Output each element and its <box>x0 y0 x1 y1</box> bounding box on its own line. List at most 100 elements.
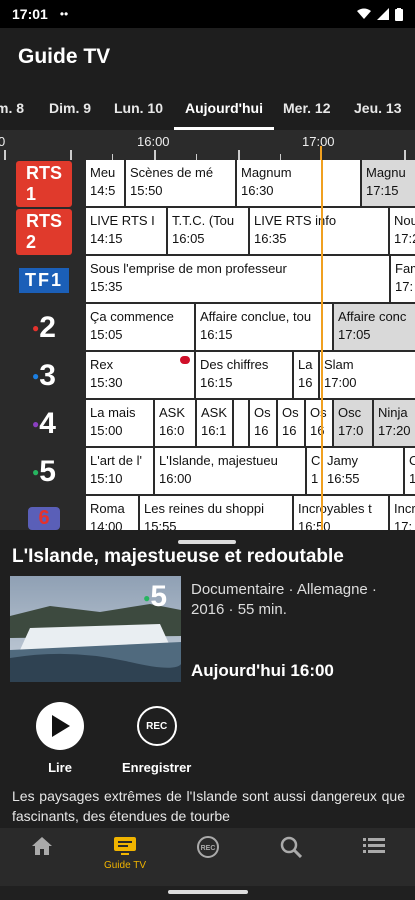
tab-day-12[interactable]: Mer. 12 <box>283 100 330 116</box>
program-cell[interactable]: C1 <box>307 448 321 494</box>
guide-row-france4: La mais 15:00 ASK 16:0 ASK 16:1 Os 16 Os 16 O… <box>86 400 415 448</box>
time-tick <box>238 150 240 160</box>
program-cell[interactable]: LIVE RTS I 14:15 <box>86 208 166 254</box>
guide-row-m6: Roma 14:00 Les reines du shoppi 15:55 Incr… <box>86 496 415 530</box>
program-cell[interactable]: Os 16 <box>250 400 276 446</box>
program-cell[interactable]: Les reines du shoppi 15:55 <box>140 496 292 530</box>
play-icon[interactable] <box>36 702 84 750</box>
program-cell[interactable]: Os 16 <box>278 400 304 446</box>
nav-search[interactable] <box>251 836 331 862</box>
tab-day-13[interactable]: Jeu. 13 <box>354 100 401 116</box>
program-cell[interactable]: Nou17:2 <box>390 208 415 254</box>
time-label: 17:00 <box>302 134 335 149</box>
program-airtime: Aujourd'hui 16:00 <box>191 661 334 680</box>
channel-logo-france3[interactable]: ● 3 <box>16 358 72 394</box>
program-cell[interactable]: Jamy 16:55 <box>323 448 403 494</box>
search-icon <box>280 836 302 858</box>
channel-logo-rts1[interactable]: RTS 1 <box>16 161 72 207</box>
program-cell[interactable]: Affaire conc 17:05 <box>334 304 415 350</box>
tab-day-10[interactable]: Lun. 10 <box>114 100 163 116</box>
program-cell[interactable]: La 16 <box>294 352 318 398</box>
program-cell[interactable]: Incr 17: <box>390 496 415 530</box>
nav-guide-tv[interactable]: Guide TV <box>85 836 165 871</box>
home-icon <box>32 837 52 855</box>
program-cell[interactable]: Ninja 17:20 <box>374 400 415 446</box>
program-cell[interactable] <box>234 400 248 446</box>
program-description: Les paysages extrêmes de l'Islande sont … <box>12 788 405 824</box>
channel-logo-rts2[interactable]: RTS 2 <box>16 209 72 255</box>
play-button[interactable]: Lire <box>36 702 84 775</box>
channel-logo-tf1[interactable]: TF1 <box>16 262 72 298</box>
program-cell[interactable]: Incroyables t 16:50 <box>294 496 388 530</box>
guide-row-france5: L'art de l' 15:10 L'Islande, majestueu 16:… <box>86 448 415 496</box>
program-cell[interactable]: Meu 14:5 <box>86 160 124 206</box>
program-meta: Documentaire · Allemagne · 2016 · 55 min… <box>191 581 377 618</box>
channel-logo-france5[interactable]: ● 5 <box>16 454 72 490</box>
program-cell[interactable]: Scènes de mé 15:50 <box>126 160 235 206</box>
program-thumbnail[interactable]: ●5 <box>10 576 181 682</box>
channel-logo-france2[interactable]: ● 2 <box>16 310 72 346</box>
tab-today[interactable]: Aujourd'hui <box>185 100 263 116</box>
day-tabs: m. 8 Dim. 9 Lun. 10 Aujourd'hui Mer. 12 … <box>0 86 415 130</box>
tv-guide-grid: RTS 1 RTS 2 TF1 ● 2 ● 3 ● 4 ● 5 6 Meu 14:5 Sc… <box>0 160 415 530</box>
live-dot-icon <box>180 356 190 364</box>
channel-column: RTS 1 RTS 2 TF1 ● 2 ● 3 ● 4 ● 5 6 <box>0 160 86 530</box>
program-detail-sheet[interactable]: L'Islande, majestueuse et redoutable ●5 … <box>0 530 415 828</box>
program-cell[interactable]: Ça commence 15:05 <box>86 304 194 350</box>
guide-row-rts2: LIVE RTS I 14:15 T.T.C. (Tou 16:05 LIVE RT… <box>86 208 415 256</box>
program-cell[interactable]: LIVE RTS info 16:35 <box>250 208 388 254</box>
tab-day-8[interactable]: m. 8 <box>0 100 24 116</box>
channel-badge: ●5 <box>143 580 167 613</box>
guide-row-tf1: Sous l'emprise de mon professeur 15:35 Fa… <box>86 256 415 304</box>
now-marker <box>320 146 322 160</box>
status-time: 17:01 <box>12 6 48 22</box>
guide-row-rts1: Meu 14:5 Scènes de mé 15:50 Magnum 16:30 Ma… <box>86 160 415 208</box>
channel-logo-m6[interactable]: 6 <box>16 500 72 530</box>
program-cell[interactable]: T.T.C. (Tou 16:05 <box>168 208 248 254</box>
program-cell[interactable]: Fam17: <box>391 256 415 302</box>
page-title: Guide TV <box>18 45 111 68</box>
channel-logo-france4[interactable]: ● 4 <box>16 406 72 442</box>
time-tick <box>154 150 156 160</box>
list-icon <box>363 838 385 853</box>
svg-text:REC: REC <box>201 845 216 852</box>
rec-icon[interactable]: REC <box>136 706 177 746</box>
current-time-line <box>321 160 323 530</box>
program-cell[interactable]: ASK 16:0 <box>155 400 195 446</box>
time-tick <box>4 150 6 160</box>
program-cell[interactable]: L'Islande, majestueu 16:00 <box>155 448 305 494</box>
wifi-icon <box>357 8 371 19</box>
program-cell[interactable]: Magnum 16:30 <box>237 160 360 206</box>
time-tick <box>70 150 72 160</box>
record-button[interactable]: REC Enregistrer <box>122 702 191 775</box>
program-cell[interactable]: Slam 17:00 <box>320 352 415 398</box>
time-tick <box>404 150 406 160</box>
rec-icon: REC <box>197 836 219 858</box>
app-bar: Guide TV <box>0 28 415 86</box>
program-cell[interactable]: C1 <box>405 448 415 494</box>
guide-row-france3: Rex 15:30 Des chiffres 16:15 La 16 Slam 17:0… <box>86 352 415 400</box>
timeline-header[interactable]: 0 16:00 17:00 <box>0 130 415 160</box>
signal-icon <box>377 8 389 20</box>
program-cell[interactable]: Magnu 17:15 <box>362 160 415 206</box>
guide-row-france2: Ça commence 15:05 Affaire conclue, tou 16:… <box>86 304 415 352</box>
nav-home[interactable] <box>2 836 82 860</box>
program-title: L'Islande, majestueuse et redoutable <box>12 546 344 567</box>
program-cell[interactable]: Des chiffres 16:15 <box>196 352 292 398</box>
nav-list[interactable] <box>334 836 414 860</box>
gesture-bar[interactable] <box>168 890 248 894</box>
program-cell[interactable]: Affaire conclue, tou 16:15 <box>196 304 332 350</box>
bottom-navigation: Guide TV REC <box>0 828 415 886</box>
battery-icon <box>395 7 403 21</box>
sheet-drag-handle[interactable] <box>178 540 236 544</box>
program-cell[interactable]: Sous l'emprise de mon professeur 15:35 <box>86 256 389 302</box>
program-cell[interactable]: Rex 15:30 <box>86 352 194 398</box>
program-cell[interactable]: ASK 16:1 <box>197 400 232 446</box>
program-cell[interactable]: La mais 15:00 <box>86 400 153 446</box>
program-cell[interactable]: Osc 17:0 <box>334 400 372 446</box>
tab-day-9[interactable]: Dim. 9 <box>49 100 91 116</box>
program-cell[interactable]: L'art de l' 15:10 <box>86 448 153 494</box>
nav-recordings[interactable]: REC <box>168 836 248 862</box>
program-cell[interactable]: Os 16 <box>306 400 332 446</box>
program-cell[interactable]: Roma 14:00 <box>86 496 138 530</box>
